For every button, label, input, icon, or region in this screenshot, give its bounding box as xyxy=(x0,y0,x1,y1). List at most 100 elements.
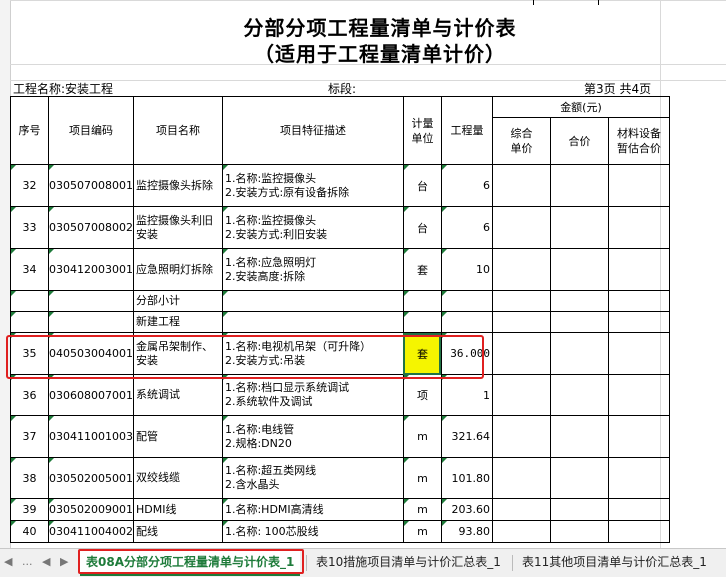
cell-unit-price[interactable] xyxy=(491,206,551,249)
cell-desc[interactable]: 1.名称: 100芯股线 xyxy=(221,520,404,543)
cell-unit-price[interactable] xyxy=(491,498,551,521)
cell-qty[interactable]: 10 xyxy=(440,248,493,291)
cell-desc[interactable]: 1.名称:电视机吊架（可升降） 2.安装方式:吊装 xyxy=(221,332,404,375)
cell-total[interactable] xyxy=(549,206,609,249)
cell-seq[interactable]: 36 xyxy=(10,374,49,416)
cell-seq[interactable] xyxy=(10,290,49,312)
cell-total[interactable] xyxy=(549,415,609,458)
cell-name[interactable]: 监控摄像头拆除 xyxy=(132,164,223,207)
cell-equip[interactable] xyxy=(607,332,670,375)
cell-unit[interactable] xyxy=(402,311,442,333)
cell-unit[interactable]: m xyxy=(402,520,442,543)
cell-name[interactable]: 分部小计 xyxy=(132,290,223,312)
spreadsheet-area[interactable]: 分部分项工程量清单与计价表 （适用于工程量清单计价） 工程名称:安装工程 标段:… xyxy=(0,0,726,548)
cell-unit-price[interactable] xyxy=(491,164,551,207)
cell-unit[interactable]: m xyxy=(402,415,442,458)
cell-desc[interactable]: 1.名称:超五类网线 2.含水晶头 xyxy=(221,457,404,499)
cell-equip[interactable] xyxy=(607,206,670,249)
cell-qty[interactable]: 93.80 xyxy=(440,520,493,543)
cell-code[interactable]: 030411001003 xyxy=(48,415,134,458)
cell-total[interactable] xyxy=(549,164,609,207)
cell-seq[interactable]: 40 xyxy=(10,520,49,543)
cell-unit-price[interactable] xyxy=(491,457,551,499)
cell-equip[interactable] xyxy=(607,290,670,312)
cell-qty[interactable]: 36.000 xyxy=(440,332,493,375)
cell-unit[interactable]: 台 xyxy=(402,164,442,207)
cell-name[interactable]: 新建工程 xyxy=(132,311,223,333)
cell-code[interactable] xyxy=(48,311,134,333)
cell-unit[interactable]: 台 xyxy=(402,206,442,249)
cell-total[interactable] xyxy=(549,332,609,375)
cell-code[interactable]: 030502009001 xyxy=(48,498,134,521)
cell-name[interactable]: 监控摄像头利旧 安装 xyxy=(132,206,223,249)
cell-seq[interactable]: 37 xyxy=(10,415,49,458)
cell-seq[interactable] xyxy=(10,311,49,333)
cell-equip[interactable] xyxy=(607,164,670,207)
cell-qty[interactable]: 203.60 xyxy=(440,498,493,521)
cell-seq[interactable]: 34 xyxy=(10,248,49,291)
cell-qty[interactable] xyxy=(440,290,493,312)
cell-seq[interactable]: 35 xyxy=(10,332,49,375)
cell-name[interactable]: HDMI线 xyxy=(132,498,223,521)
cell-total[interactable] xyxy=(549,457,609,499)
cell-unit[interactable]: m xyxy=(402,457,442,499)
selected-cell[interactable]: 套 xyxy=(402,332,442,375)
cell-desc[interactable] xyxy=(221,290,404,312)
cell-unit-price[interactable] xyxy=(491,311,551,333)
cell-code[interactable]: 030507008002 xyxy=(48,206,134,249)
cell-seq[interactable]: 39 xyxy=(10,498,49,521)
cell-equip[interactable] xyxy=(607,374,670,416)
cell-qty[interactable]: 6 xyxy=(440,164,493,207)
cell-unit[interactable]: 项 xyxy=(402,374,442,416)
cell-desc[interactable]: 1.名称:HDMI高清线 xyxy=(221,498,404,521)
cell-unit-price[interactable] xyxy=(491,290,551,312)
cell-unit-price[interactable] xyxy=(491,248,551,291)
cell-equip[interactable] xyxy=(607,415,670,458)
cell-equip[interactable] xyxy=(607,311,670,333)
tab-scroll-prev-icon[interactable]: ◀ xyxy=(42,555,50,568)
cell-unit-price[interactable] xyxy=(491,415,551,458)
cell-unit-price[interactable] xyxy=(491,520,551,543)
cell-seq[interactable]: 33 xyxy=(10,206,49,249)
tab-other-items-summary[interactable]: 表11其他项目清单与计价汇总表_1 xyxy=(516,549,713,576)
cell-qty[interactable]: 321.64 xyxy=(440,415,493,458)
cell-total[interactable] xyxy=(549,311,609,333)
cell-desc[interactable]: 1.名称:监控摄像头 2.安装方式:利旧安装 xyxy=(221,206,404,249)
cell-total[interactable] xyxy=(549,290,609,312)
cell-desc[interactable]: 1.名称:档口显示系统调试 2.系统软件及调试 xyxy=(221,374,404,416)
cell-code[interactable] xyxy=(48,290,134,312)
cell-total[interactable] xyxy=(549,374,609,416)
cell-total[interactable] xyxy=(549,498,609,521)
tab-measures-summary[interactable]: 表10措施项目清单与计价汇总表_1 xyxy=(310,549,507,576)
cell-name[interactable]: 系统调试 xyxy=(132,374,223,416)
cell-code[interactable]: 030502005001 xyxy=(48,457,134,499)
cell-qty[interactable]: 6 xyxy=(440,206,493,249)
tab-bill-table[interactable]: 表08A分部分项工程量清单与计价表_1 xyxy=(80,549,301,576)
cell-equip[interactable] xyxy=(607,248,670,291)
cell-seq[interactable]: 38 xyxy=(10,457,49,499)
cell-code[interactable]: 030608007001 xyxy=(48,374,134,416)
cell-name[interactable]: 配线 xyxy=(132,520,223,543)
tab-nav-more-icon[interactable]: ... xyxy=(22,555,33,568)
cell-desc[interactable]: 1.名称:应急照明灯 2.安装高度:拆除 xyxy=(221,248,404,291)
cell-desc[interactable]: 1.名称:监控摄像头 2.安装方式:原有设备拆除 xyxy=(221,164,404,207)
cell-code[interactable]: 030507008001 xyxy=(48,164,134,207)
cell-desc[interactable]: 1.名称:电线管 2.规格:DN20 xyxy=(221,415,404,458)
cell-name[interactable]: 金属吊架制作、 安装 xyxy=(132,332,223,375)
cell-qty[interactable] xyxy=(440,311,493,333)
cell-total[interactable] xyxy=(549,520,609,543)
cell-name[interactable]: 双绞线缆 xyxy=(132,457,223,499)
cell-name[interactable]: 配管 xyxy=(132,415,223,458)
cell-unit-price[interactable] xyxy=(491,374,551,416)
tab-scroll-next-icon[interactable]: ▶ xyxy=(60,555,68,568)
cell-seq[interactable]: 32 xyxy=(10,164,49,207)
cell-unit[interactable]: m xyxy=(402,498,442,521)
cell-qty[interactable]: 101.80 xyxy=(440,457,493,499)
cell-unit[interactable]: 套 xyxy=(402,248,442,291)
cell-code[interactable]: 040503004001 xyxy=(48,332,134,375)
cell-desc[interactable] xyxy=(221,311,404,333)
tab-scroll-left-icon[interactable]: ◀ xyxy=(4,555,12,568)
cell-total[interactable] xyxy=(549,248,609,291)
cell-equip[interactable] xyxy=(607,498,670,521)
cell-unit[interactable] xyxy=(402,290,442,312)
